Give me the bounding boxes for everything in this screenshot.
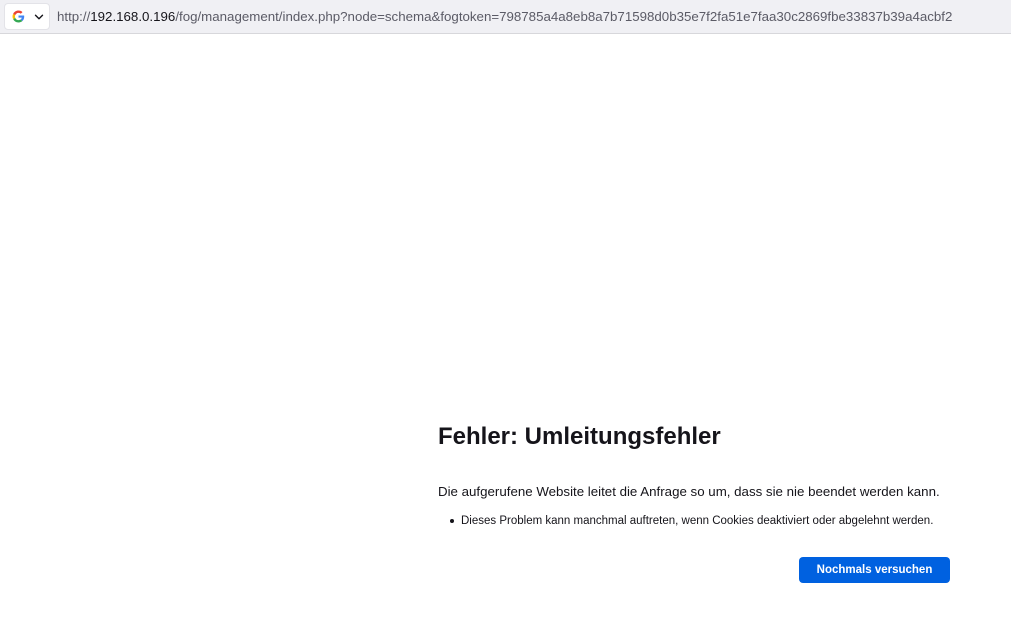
url-path: /fog/management/index.php?node=schema&fo… [175, 9, 953, 24]
google-icon [12, 10, 25, 23]
retry-button[interactable]: Nochmals versuchen [799, 557, 950, 583]
error-hint-item: Dieses Problem kann manchmal auftreten, … [438, 513, 933, 529]
url-scheme: http:// [57, 9, 91, 24]
error-hint-text: Dieses Problem kann manchmal auftreten, … [461, 515, 934, 527]
url-field[interactable]: http://192.168.0.196/fog/management/inde… [57, 8, 952, 25]
error-page: Fehler: Umleitungsfehler Die aufgerufene… [438, 420, 958, 583]
bullet-icon [450, 519, 454, 523]
url-host: 192.168.0.196 [90, 9, 176, 24]
search-engine-selector[interactable] [4, 3, 50, 30]
address-bar: http://192.168.0.196/fog/management/inde… [0, 0, 1011, 34]
error-title: Fehler: Umleitungsfehler [438, 423, 721, 450]
error-hint-list: Dieses Problem kann manchmal auftreten, … [438, 513, 933, 529]
error-description: Die aufgerufene Website leitet die Anfra… [438, 484, 940, 499]
chevron-down-icon [34, 14, 44, 20]
